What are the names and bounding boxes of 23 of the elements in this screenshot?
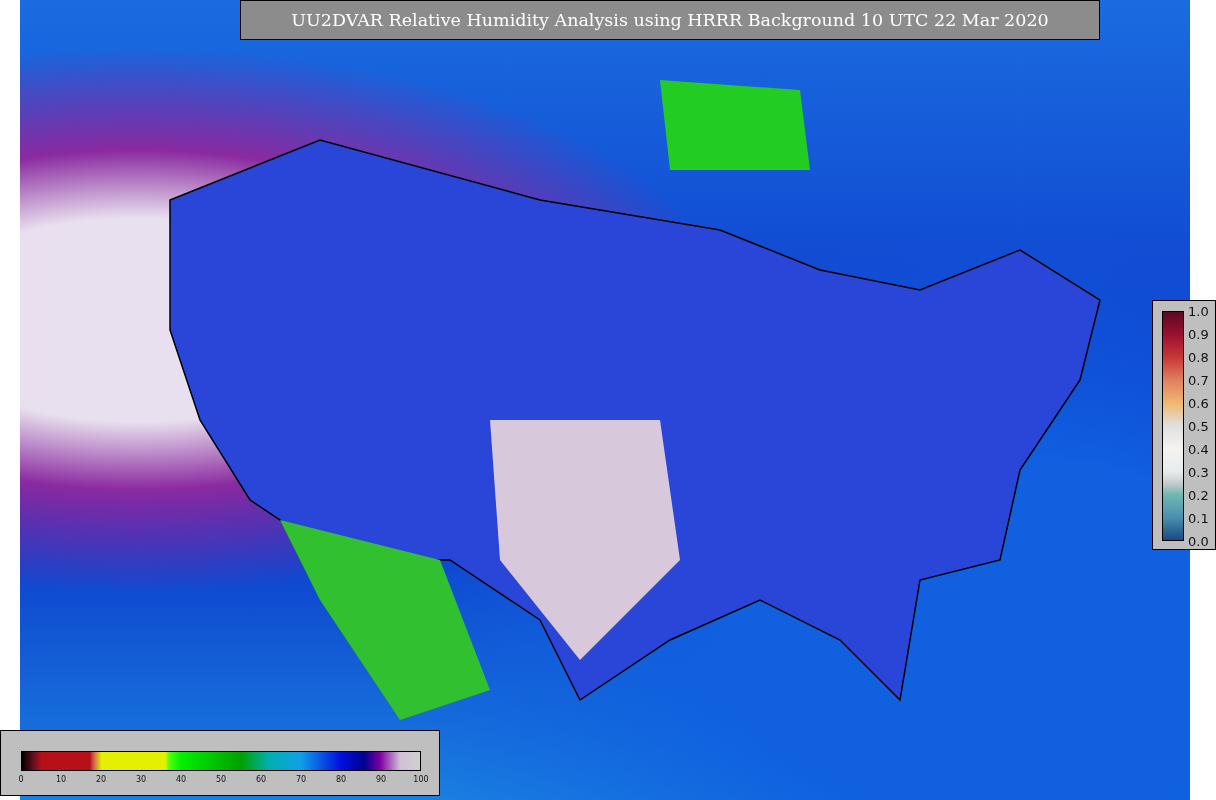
colorbar-tick-label: 0.1: [1188, 510, 1209, 526]
colorbar-tick-label: 60: [255, 775, 267, 784]
colorbar-tick-label: 0.6: [1188, 395, 1209, 411]
colorbar-tick-label: 10: [55, 775, 67, 784]
colorbar-tick-label: 100: [413, 775, 429, 784]
colorbar-tick-label: 30: [135, 775, 147, 784]
colorbar-tick-label: 80: [335, 775, 347, 784]
colorbar-tick-label: 0.3: [1188, 464, 1209, 480]
colorbar-tick-label: 0.4: [1188, 441, 1209, 457]
colorbar-tick-label: 70: [295, 775, 307, 784]
colorbar-tick-label: 1.0: [1188, 303, 1209, 319]
colorbar-tick-label: 0.8: [1188, 349, 1209, 365]
colorbar-tick-label: 0.2: [1188, 487, 1209, 503]
colorbar-tick-label: 90: [375, 775, 387, 784]
colorbar-tick-label: 0.7: [1188, 372, 1209, 388]
colorbar-tick-label: 50: [215, 775, 227, 784]
colorbar-tick-label: 0: [18, 775, 24, 784]
colorbar-tick-label: 0.0: [1188, 533, 1209, 549]
colorbar-tick-label: 40: [175, 775, 187, 784]
map-title: UU2DVAR Relative Humidity Analysis using HRRR Background 10 UTC 22 Mar 2020: [240, 0, 1100, 40]
colorbar-tick-label: 0.5: [1188, 418, 1209, 434]
colorbar-tick-label: 0.9: [1188, 326, 1209, 342]
colorbar-tick-label: 20: [95, 775, 107, 784]
